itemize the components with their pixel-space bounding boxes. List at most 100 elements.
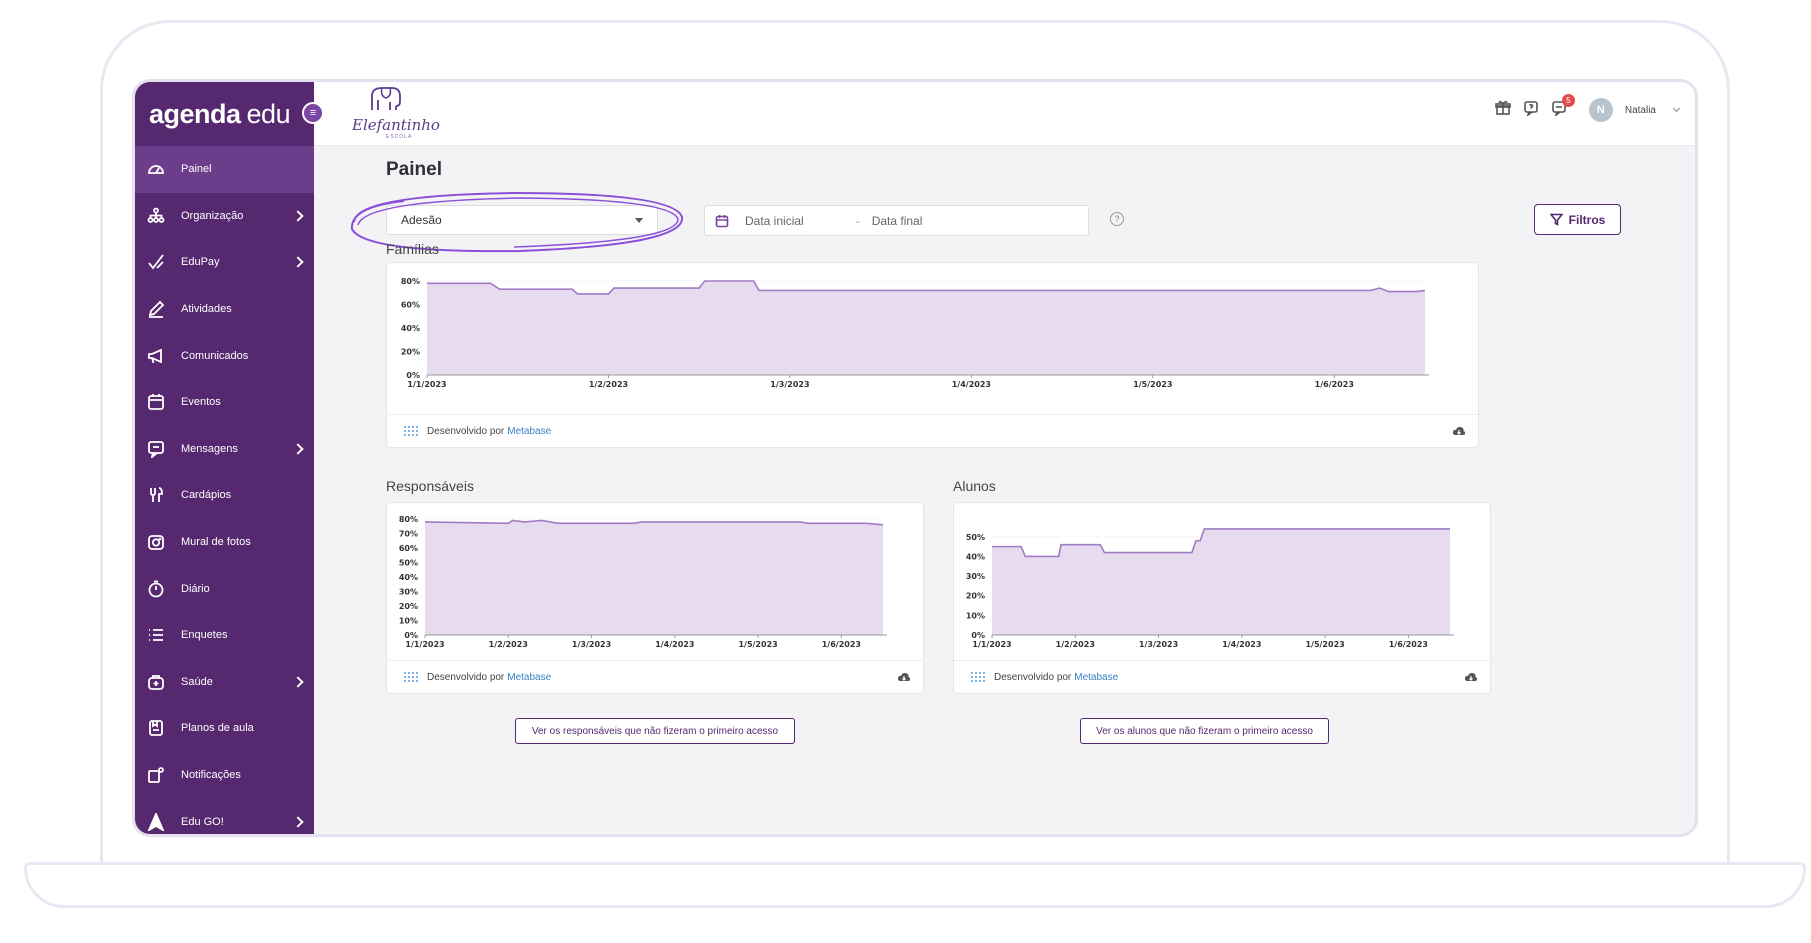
x-tick-label: 1/3/2023 (1139, 640, 1178, 649)
metric-select-value: Adesão (401, 213, 442, 227)
y-tick-label: 10% (399, 617, 418, 626)
school-logo[interactable]: Elefantinho ESCOLA (352, 86, 440, 142)
brand-logo-light: edu (246, 98, 291, 129)
x-tick-label: 1/4/2023 (952, 380, 991, 389)
sidebar-item-list[interactable]: Enquetes (135, 612, 314, 659)
section-alunos-title: Alunos (953, 478, 996, 494)
sidebar-item-bell[interactable]: Notificações (135, 752, 314, 799)
y-tick-label: 70% (399, 530, 418, 539)
x-tick-label: 1/6/2023 (822, 640, 861, 649)
section-familias-title: Famílias (386, 241, 439, 257)
download-icon[interactable] (1464, 671, 1478, 683)
dashboard-icon (147, 160, 165, 178)
timer-icon (147, 580, 165, 598)
download-icon[interactable] (897, 671, 911, 683)
sidebar-item-label: Edu GO! (181, 815, 224, 828)
alunos-chart-card: 0% 10% 20% 30% 40% 50% 1/1/2023 1/2/2023 1/3/202… (953, 502, 1491, 694)
familias-chart[interactable]: 0% 20% 40% 60% 80% 1/1/2023 1/2/2023 1/3/2023 1/… (387, 263, 1480, 413)
brand-logo[interactable]: agenda edu (135, 82, 314, 146)
card-footer: Desenvolvido por Metabase (387, 660, 923, 693)
calendar-icon (715, 214, 729, 227)
sidebar-item-chat[interactable]: Mensagens (135, 426, 314, 473)
download-icon[interactable] (1452, 425, 1466, 437)
y-tick-label: 60% (399, 544, 418, 553)
x-tick-label: 1/6/2023 (1315, 380, 1354, 389)
sidebar-item-label: Notificações (181, 769, 241, 782)
gift-icon[interactable] (1495, 100, 1511, 121)
x-tick-label: 1/3/2023 (770, 380, 809, 389)
date-separator: - (855, 213, 860, 228)
x-tick-label: 1/3/2023 (572, 640, 611, 649)
top-bar: Elefantinho ESCOLA 5 N Natalia (314, 82, 1695, 146)
megaphone-icon (147, 347, 165, 365)
metric-select[interactable]: Adesão (386, 205, 658, 235)
y-tick-label: 30% (966, 572, 985, 581)
sidebar-item-check-pen[interactable]: EduPay (135, 239, 314, 286)
y-tick-label: 60% (401, 301, 420, 310)
caret-down-icon (635, 218, 643, 223)
responsaveis-chart[interactable]: 0% 10% 20% 30% 40% 50% 60% 70% 80% 1/1/2023 1/2/20… (387, 503, 925, 661)
sidebar-item-lesson-plan[interactable]: Planos de aula (135, 705, 314, 752)
card-footer: Desenvolvido por Metabase (954, 660, 1490, 693)
alunos-first-access-button[interactable]: Ver os alunos que não fizeram o primeiro… (1080, 718, 1329, 744)
sidebar-toggle-icon[interactable]: ≡ (302, 102, 324, 124)
chevron-right-icon (292, 443, 304, 455)
metabase-link[interactable]: Metabase (1074, 672, 1118, 683)
responsaveis-chart-card: 0% 10% 20% 30% 40% 50% 60% 70% 80% 1/1/2023 1/2/20… (386, 502, 924, 694)
notifications-badge: 5 (1561, 93, 1575, 107)
y-tick-label: 20% (399, 602, 418, 611)
sidebar-item-label: Enquetes (181, 629, 228, 642)
sidebar-item-timer[interactable]: Diário (135, 565, 314, 612)
y-tick-label: 50% (966, 533, 985, 542)
powered-by-text: Desenvolvido por (427, 425, 505, 437)
chevron-right-icon (292, 210, 304, 222)
elephant-logo-icon (371, 87, 401, 110)
chevron-right-icon (292, 815, 304, 828)
date-end-field[interactable]: Data final (872, 214, 923, 228)
sidebar-item-pencil[interactable]: Atividades (135, 286, 314, 333)
sidebar-item-organization[interactable]: Organização (135, 193, 314, 240)
user-name[interactable]: Natalia (1625, 105, 1656, 116)
sidebar-item-label: Mensagens (181, 442, 238, 455)
app-screen: agenda edu Painel Organização EduPay Ativid… (132, 79, 1698, 837)
sidebar-item-dashboard[interactable]: Painel (135, 146, 314, 193)
avatar[interactable]: N (1588, 98, 1613, 122)
x-tick-label: 1/1/2023 (407, 380, 446, 389)
x-tick-label: 1/1/2023 (405, 640, 444, 649)
messages-icon[interactable]: 5 (1551, 93, 1575, 121)
y-tick-label: 0% (971, 631, 985, 640)
sidebar-item-calendar[interactable]: Eventos (135, 379, 314, 426)
chevron-down-icon[interactable] (1672, 104, 1681, 113)
sidebar-item-label: Organização (181, 209, 244, 222)
metabase-link[interactable]: Metabase (507, 426, 551, 437)
sidebar-item-label: Painel (181, 163, 212, 176)
metabase-icon (971, 672, 985, 682)
camera-icon (147, 533, 165, 551)
metabase-icon (404, 426, 418, 436)
y-tick-label: 0% (406, 371, 420, 380)
y-tick-label: 30% (399, 588, 418, 597)
sidebar-item-cutlery[interactable]: Cardápios (135, 472, 314, 519)
x-tick-label: 1/5/2023 (1133, 380, 1172, 389)
responsaveis-first-access-button[interactable]: Ver os responsáveis que não fizeram o pr… (515, 718, 795, 744)
sidebar-item-label: Comunicados (181, 349, 249, 362)
y-tick-label: 80% (401, 277, 420, 286)
sidebar-item-medical-kit[interactable]: Saúde (135, 659, 314, 706)
help-chat-icon[interactable] (1523, 100, 1539, 121)
filters-button[interactable]: Filtros (1534, 204, 1621, 235)
metabase-link[interactable]: Metabase (507, 672, 551, 683)
lesson-plan-icon (147, 719, 165, 737)
calendar-icon (147, 393, 165, 411)
sidebar-item-camera[interactable]: Mural de fotos (135, 519, 314, 566)
sidebar-item-label: Atividades (181, 303, 232, 316)
date-start-field[interactable]: Data inicial (745, 214, 804, 228)
alunos-chart[interactable]: 0% 10% 20% 30% 40% 50% 1/1/2023 1/2/2023 1/3/202… (954, 503, 1492, 661)
sidebar-item-arrow-up[interactable]: Edu GO! (135, 798, 314, 834)
sidebar-item-megaphone[interactable]: Comunicados (135, 332, 314, 379)
help-icon[interactable]: ? (1110, 212, 1124, 226)
x-tick-label: 1/2/2023 (1056, 640, 1095, 649)
top-bar-actions: 5 N Natalia (1495, 93, 1681, 122)
sidebar: agenda edu Painel Organização EduPay Ativid… (135, 82, 314, 834)
x-tick-label: 1/5/2023 (738, 640, 777, 649)
date-range-picker[interactable]: Data inicial - Data final (704, 205, 1089, 236)
